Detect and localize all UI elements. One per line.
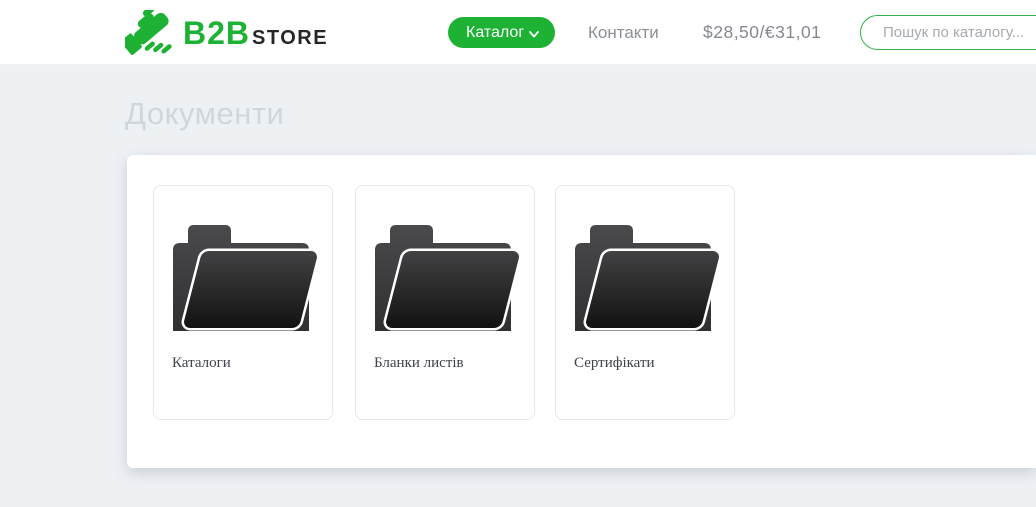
documents-panel: Каталоги Бланки листів Сертифікати	[127, 155, 1036, 468]
brand-text: B2B STORE	[183, 17, 328, 49]
currency-rates: $28,50/€31,01	[703, 22, 822, 42]
folder-card-letterheads[interactable]: Бланки листів	[355, 185, 535, 420]
header: B2B STORE Каталог Контакти $28,50/€31,01	[0, 0, 1036, 65]
logo[interactable]: B2B STORE	[125, 9, 328, 57]
brand-secondary: STORE	[252, 27, 329, 49]
chevron-down-icon	[529, 25, 540, 43]
folder-label: Сертифікати	[574, 355, 655, 371]
folder-card-certificates[interactable]: Сертифікати	[555, 185, 735, 420]
page-title: Документи	[125, 96, 285, 131]
folder-icon	[567, 219, 727, 340]
nav-contacts-link[interactable]: Контакти	[588, 0, 659, 65]
folder-card-catalogs[interactable]: Каталоги	[153, 185, 333, 420]
folder-label: Каталоги	[172, 355, 231, 371]
search-input[interactable]	[860, 15, 1036, 50]
page: B2B STORE Каталог Контакти $28,50/€31,01…	[0, 0, 1036, 507]
brand-primary: B2B	[183, 15, 251, 51]
catalog-button-label: Каталог	[466, 23, 525, 41]
folder-label: Бланки листів	[374, 355, 464, 371]
catalog-button[interactable]: Каталог	[448, 17, 556, 48]
handshake-icon	[125, 10, 173, 56]
folder-icon	[367, 219, 527, 340]
folder-icon	[165, 219, 325, 340]
